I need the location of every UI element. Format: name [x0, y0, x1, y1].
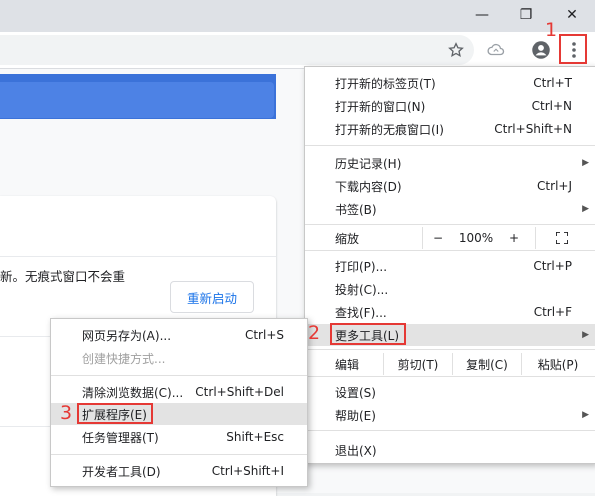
restart-button[interactable]: 重新启动: [170, 281, 254, 313]
menu-item-shortcut: Ctrl+S: [244, 328, 284, 342]
menu-item-print[interactable]: 打印(P)... Ctrl+P: [305, 255, 595, 277]
close-button[interactable]: ✕: [552, 0, 592, 30]
zoom-in-button[interactable]: +: [499, 227, 529, 249]
submenu-item-save-page[interactable]: 网页另存为(A)... Ctrl+S: [51, 324, 307, 346]
menu-zoom-row: 缩放 − 100% +: [305, 227, 595, 249]
menu-separator: [305, 430, 595, 431]
menu-item-find[interactable]: 查找(F)... Ctrl+F: [305, 301, 595, 323]
menu-item-label: 书签(B): [335, 202, 377, 217]
fullscreen-icon[interactable]: [545, 227, 579, 249]
address-bar[interactable]: [0, 35, 474, 65]
menu-item-label: 帮助(E): [335, 408, 376, 423]
menu-item-label: 开发者工具(D): [82, 464, 161, 479]
submenu-item-developer-tools[interactable]: 开发者工具(D) Ctrl+Shift+I: [51, 460, 307, 482]
menu-item-shortcut: Ctrl+F: [533, 305, 572, 319]
menu-separator: [51, 454, 307, 455]
card-divider: [0, 256, 276, 257]
zoom-label: 缩放: [335, 231, 360, 246]
submenu-arrow-icon: ▶: [582, 204, 589, 214]
menu-separator: [305, 349, 595, 350]
annotation-box-menu-button: [559, 34, 587, 64]
menu-item-label: 打印(P)...: [335, 259, 388, 274]
annotation-box-more-tools: [330, 323, 406, 345]
step-number-2: 2: [308, 322, 321, 344]
menu-item-new-incognito-window[interactable]: 打开新的无痕窗口(I) Ctrl+Shift+N: [305, 118, 595, 140]
menu-item-shortcut: Ctrl+Shift+Del: [195, 385, 284, 399]
menu-item-settings[interactable]: 设置(S): [305, 381, 595, 403]
profile-avatar-icon[interactable]: [529, 38, 553, 62]
restore-button[interactable]: ❐: [506, 0, 546, 30]
zoom-level: 100%: [458, 231, 494, 245]
menu-item-shortcut: Ctrl+Shift+I: [211, 464, 284, 478]
edit-label: 编辑: [335, 357, 360, 372]
menu-item-shortcut: Ctrl+N: [531, 99, 572, 113]
menu-item-label: 查找(F)...: [335, 305, 387, 320]
paste-button[interactable]: 粘贴(P): [522, 353, 594, 375]
star-icon[interactable]: [444, 38, 468, 62]
menu-item-label: 投射(C)...: [335, 282, 389, 297]
zoom-divider: [535, 227, 536, 249]
menu-separator: [305, 224, 595, 225]
menu-item-downloads[interactable]: 下载内容(D) Ctrl+J: [305, 175, 595, 197]
menu-item-shortcut: Shift+Esc: [226, 430, 284, 444]
menu-separator: [305, 250, 595, 251]
annotation-box-extensions: [77, 403, 153, 424]
menu-item-label: 清除浏览数据(C)...: [82, 385, 184, 400]
menu-item-label: 任务管理器(T): [82, 430, 159, 445]
menu-separator: [305, 145, 595, 146]
menu-item-label: 打开新的标签页(T): [335, 76, 436, 91]
cut-button[interactable]: 剪切(T): [384, 353, 452, 375]
submenu-arrow-icon: ▶: [582, 158, 589, 168]
zoom-out-button[interactable]: −: [423, 227, 453, 249]
menu-separator: [51, 375, 307, 376]
menu-item-label: 历史记录(H): [335, 156, 402, 171]
menu-separator: [305, 376, 595, 377]
step-number-3: 3: [60, 402, 73, 424]
menu-item-label: 下载内容(D): [335, 179, 402, 194]
menu-item-history[interactable]: 历史记录(H) ▶: [305, 152, 595, 174]
menu-item-bookmarks[interactable]: 书签(B) ▶: [305, 198, 595, 220]
menu-item-help[interactable]: 帮助(E) ▶: [305, 404, 595, 426]
submenu-arrow-icon: ▶: [582, 330, 589, 340]
copy-button[interactable]: 复制(C): [453, 353, 521, 375]
menu-item-cast[interactable]: 投射(C)...: [305, 278, 595, 300]
submenu-item-clear-data[interactable]: 清除浏览数据(C)... Ctrl+Shift+Del: [51, 381, 307, 403]
menu-item-shortcut: Ctrl+P: [533, 259, 572, 273]
menu-item-label: 打开新的无痕窗口(I): [335, 122, 444, 137]
submenu-item-task-manager[interactable]: 任务管理器(T) Shift+Esc: [51, 426, 307, 448]
menu-item-exit[interactable]: 退出(X): [305, 439, 595, 461]
page-search-box[interactable]: [0, 82, 274, 118]
submenu-arrow-icon: ▶: [582, 410, 589, 420]
menu-item-new-tab[interactable]: 打开新的标签页(T) Ctrl+T: [305, 72, 595, 94]
menu-item-label: 创建快捷方式...: [82, 351, 166, 366]
menu-item-new-window[interactable]: 打开新的窗口(N) Ctrl+N: [305, 95, 595, 117]
step-number-1: 1: [545, 19, 558, 41]
menu-item-shortcut: Ctrl+Shift+N: [494, 122, 572, 136]
menu-item-label: 退出(X): [335, 443, 377, 458]
menu-item-shortcut: Ctrl+J: [537, 179, 572, 193]
menu-item-shortcut: Ctrl+T: [533, 76, 572, 90]
menu-edit-row: 编辑 剪切(T) 复制(C) 粘贴(P): [305, 353, 595, 375]
menu-item-label: 打开新的窗口(N): [335, 99, 426, 114]
menu-item-label: 网页另存为(A)...: [82, 328, 172, 343]
minimize-button[interactable]: —: [462, 0, 502, 30]
menu-item-label: 设置(S): [335, 385, 376, 400]
submenu-item-create-shortcut: 创建快捷方式...: [51, 347, 307, 369]
chrome-main-menu: 打开新的标签页(T) Ctrl+T 打开新的窗口(N) Ctrl+N 打开新的无…: [304, 66, 595, 464]
cloud-extension-icon[interactable]: [484, 38, 508, 62]
